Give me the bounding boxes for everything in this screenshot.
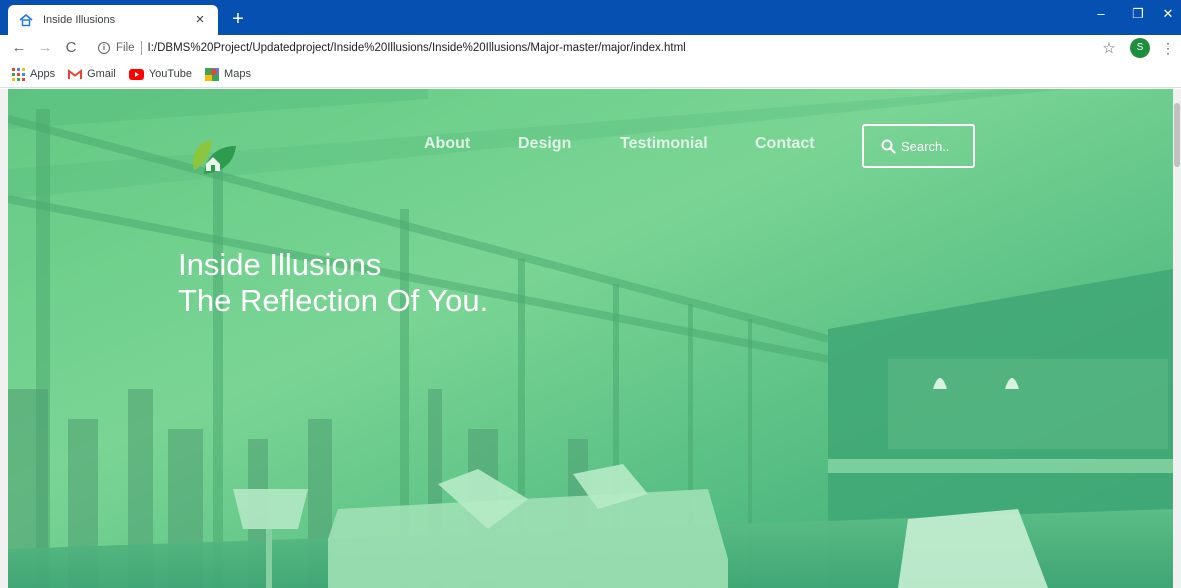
close-window-icon[interactable]: ✕ <box>1153 6 1181 22</box>
restore-icon[interactable]: ❐ <box>1123 6 1153 22</box>
hero-title-line-2: The Reflection Of You. <box>178 283 489 318</box>
bookmark-apps[interactable]: Apps <box>12 67 56 81</box>
back-arrow-icon[interactable]: ← <box>6 37 32 59</box>
tab-strip: Inside Illusions × + – ❐ ✕ <box>0 0 1181 35</box>
info-icon[interactable]: i <box>98 42 110 54</box>
hero-title: Inside Illusions The Reflection Of You. <box>178 247 488 319</box>
browser-menu-icon[interactable]: ⋮ <box>1159 40 1177 57</box>
reload-icon[interactable]: C <box>58 37 84 59</box>
bookmark-label: Apps <box>30 68 56 80</box>
bookmark-youtube[interactable]: YouTube <box>128 68 193 80</box>
bookmark-star-icon[interactable]: ☆ <box>1094 39 1124 57</box>
gmail-icon <box>68 68 83 79</box>
tab-close-icon[interactable]: × <box>192 12 208 28</box>
new-tab-button[interactable]: + <box>226 8 250 32</box>
site-logo[interactable] <box>188 134 240 178</box>
bookmark-label: YouTube <box>148 68 193 80</box>
home-favicon-icon <box>18 12 34 28</box>
apps-grid-icon <box>12 67 25 81</box>
page-viewport: About Design Testimonial Contact Search.… <box>8 89 1173 588</box>
bookmark-gmail[interactable]: Gmail <box>68 68 116 80</box>
nav-about[interactable]: About <box>424 135 470 153</box>
file-scheme-label: File <box>116 42 135 54</box>
page-left-gutter <box>0 89 8 588</box>
hero-title-line-1: Inside Illusions <box>178 247 382 282</box>
bookmark-label: Gmail <box>87 68 116 80</box>
url-separator <box>140 41 142 55</box>
youtube-icon <box>128 68 144 80</box>
search-button[interactable]: Search.. <box>862 124 975 168</box>
url-text[interactable]: I:/DBMS%20Project/Updatedproject/Inside%… <box>148 42 686 54</box>
scrollbar-thumb[interactable] <box>1174 103 1180 167</box>
profile-avatar[interactable]: S <box>1130 38 1150 58</box>
nav-contact[interactable]: Contact <box>755 135 815 153</box>
nav-testimonial[interactable]: Testimonial <box>620 135 708 153</box>
nav-design[interactable]: Design <box>518 135 571 153</box>
bookmark-label: Maps <box>224 68 251 80</box>
browser-tab[interactable]: Inside Illusions × <box>8 5 218 35</box>
search-icon <box>881 139 896 154</box>
maps-icon <box>205 68 220 81</box>
search-button-label: Search.. <box>901 138 950 154</box>
bookmark-maps[interactable]: Maps <box>205 67 251 81</box>
address-bar[interactable]: i File I:/DBMS%20Project/Updatedproject/… <box>84 36 1094 60</box>
browser-toolbar: ← → C i File I:/DBMS%20Project/Updatedpr… <box>0 35 1181 61</box>
hero-background-image <box>8 89 1173 588</box>
forward-arrow-icon[interactable]: → <box>32 37 58 59</box>
tab-title: Inside Illusions <box>43 14 116 26</box>
minimize-icon[interactable]: – <box>1086 6 1116 21</box>
bookmarks-bar: Apps Gmail YouTube Maps <box>0 61 1181 88</box>
page-scrollbar[interactable] <box>1173 89 1181 588</box>
